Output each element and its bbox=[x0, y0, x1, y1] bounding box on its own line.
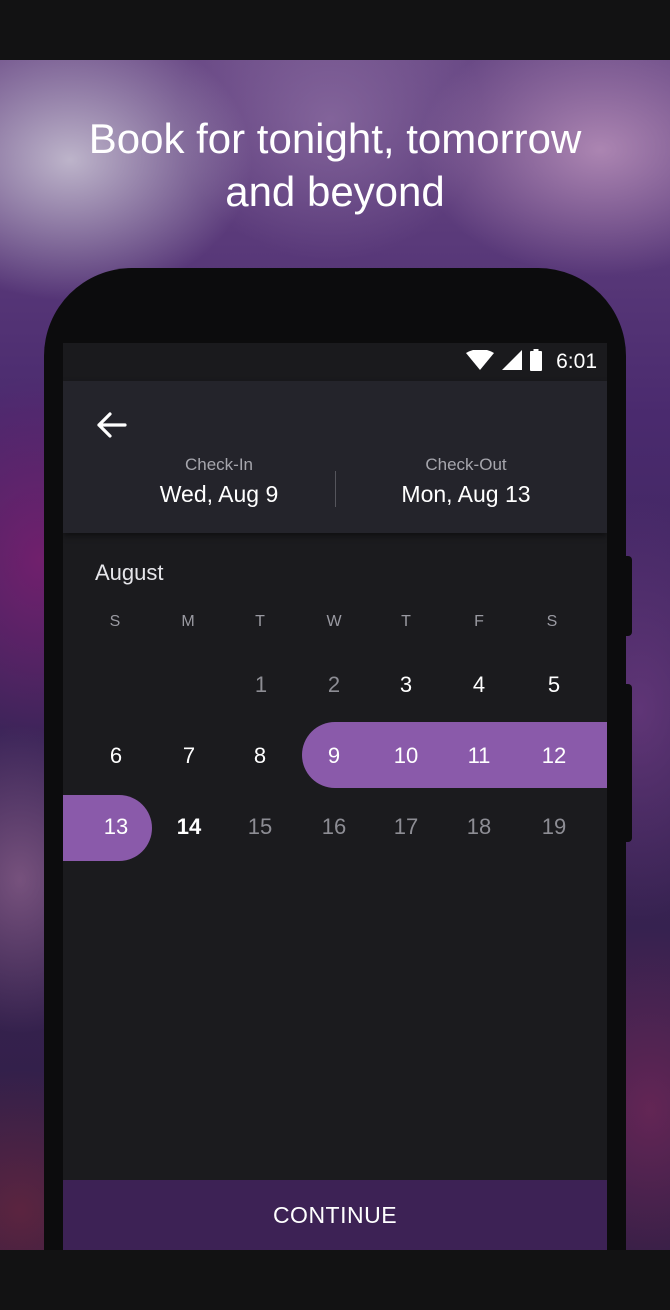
check-out-label: Check-Out bbox=[425, 455, 507, 474]
day-6[interactable]: 6 bbox=[86, 734, 146, 778]
phone-screen: 6:01 Check-In Wed, Aug 9 Check-Out Mon, … bbox=[63, 343, 607, 1250]
check-out-date: Mon, Aug 13 bbox=[401, 481, 531, 507]
weekday-sunday: S bbox=[109, 613, 121, 630]
day-10[interactable]: 10 bbox=[376, 734, 436, 778]
day-19[interactable]: 19 bbox=[524, 805, 584, 849]
day-3[interactable]: 3 bbox=[376, 663, 436, 707]
day-15[interactable]: 15 bbox=[230, 805, 290, 849]
day-16[interactable]: 16 bbox=[304, 805, 364, 849]
day-2: 2 bbox=[327, 672, 341, 697]
day-18[interactable]: 18 bbox=[449, 805, 509, 849]
status-icons: 6:01 bbox=[466, 343, 597, 381]
check-out-field[interactable]: Check-Out Mon, Aug 13 bbox=[351, 455, 581, 509]
day-8[interactable]: 8 bbox=[230, 734, 290, 778]
arrow-left-icon bbox=[95, 411, 127, 444]
weekday-thursday: T bbox=[401, 613, 411, 630]
wifi-icon bbox=[466, 348, 495, 375]
day-17[interactable]: 17 bbox=[376, 805, 436, 849]
weekday-friday: F bbox=[474, 613, 484, 630]
day-5[interactable]: 5 bbox=[524, 663, 584, 707]
day-4[interactable]: 4 bbox=[449, 663, 509, 707]
day-13-check-out[interactable]: 13 bbox=[86, 805, 146, 849]
day-1: 1 bbox=[254, 672, 268, 697]
day-12[interactable]: 12 bbox=[524, 734, 584, 778]
check-in-field[interactable]: Check-In Wed, Aug 9 bbox=[119, 455, 319, 509]
check-in-date: Wed, Aug 9 bbox=[159, 481, 279, 507]
weekday-tuesday: T bbox=[255, 613, 265, 630]
battery-icon bbox=[530, 348, 543, 376]
month-title: August bbox=[95, 560, 164, 585]
cellular-signal-icon bbox=[502, 349, 523, 375]
date-header: Check-In Wed, Aug 9 Check-Out Mon, Aug 1… bbox=[63, 381, 607, 533]
headline: Book for tonight, tomorrow and beyond bbox=[0, 112, 670, 218]
status-time: 6:01 bbox=[556, 350, 597, 373]
back-button[interactable] bbox=[91, 407, 131, 447]
day-14[interactable]: 14 bbox=[159, 805, 219, 849]
headline-line-2: and beyond bbox=[225, 168, 445, 215]
headline-line-1: Book for tonight, tomorrow bbox=[88, 115, 582, 162]
weekday-monday: M bbox=[181, 613, 195, 630]
day-9-check-in[interactable]: 9 bbox=[304, 734, 364, 778]
check-in-label: Check-In bbox=[184, 455, 254, 474]
weekday-wednesday: W bbox=[326, 613, 342, 630]
app-screen: Book for tonight, tomorrow and beyond 6:… bbox=[0, 0, 670, 1310]
day-11[interactable]: 11 bbox=[449, 734, 509, 778]
phone-side-button bbox=[626, 556, 632, 636]
bottom-bar bbox=[0, 1250, 670, 1310]
weekday-saturday: S bbox=[546, 613, 558, 630]
continue-button[interactable]: CONTINUE bbox=[63, 1180, 607, 1250]
day-7[interactable]: 7 bbox=[159, 734, 219, 778]
status-bar: 6:01 bbox=[63, 343, 607, 381]
calendar: August S M T W T F S 1 2 3 4 5 6 7 8 9 1… bbox=[63, 533, 607, 1180]
phone-volume-button bbox=[626, 684, 632, 842]
top-bar bbox=[0, 0, 670, 60]
date-divider bbox=[335, 471, 336, 507]
